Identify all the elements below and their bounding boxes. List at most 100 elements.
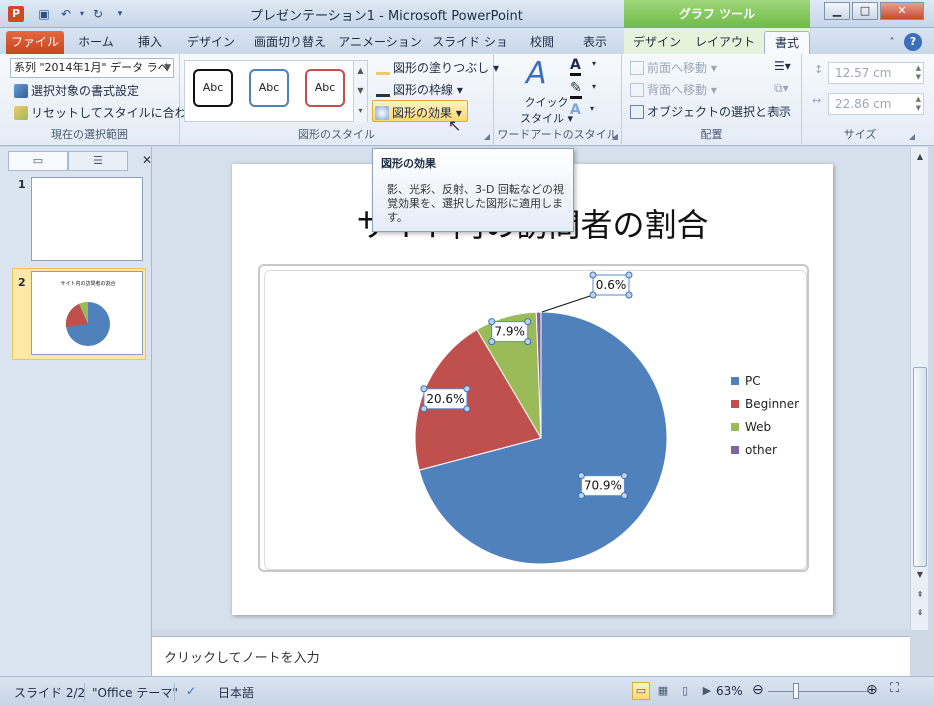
tab-view[interactable]: 表示 [572, 31, 618, 54]
next-slide-icon[interactable]: ⇟ [911, 605, 929, 621]
selection-handle[interactable] [625, 271, 633, 279]
selection-handle[interactable] [589, 291, 597, 299]
spell-check-icon[interactable]: ✓ [186, 684, 196, 698]
undo-dropdown-icon[interactable]: ▾ [74, 6, 90, 22]
shape-style-black[interactable]: Abc [193, 69, 233, 107]
tab-file[interactable]: ファイル [6, 31, 64, 54]
slideshow-button[interactable]: ▶ [698, 682, 716, 700]
selection-handle[interactable] [524, 318, 532, 326]
tab-slides[interactable]: ▭ [8, 151, 68, 171]
size-launcher-icon[interactable]: ◢ [909, 132, 915, 141]
reading-view-button[interactable]: ▯ [676, 682, 694, 700]
chart-area[interactable]: 70.9% 20.6% 7.9% 0.6% PC Beginner Web other [264, 270, 807, 570]
close-panel-icon[interactable]: ✕ [142, 153, 152, 167]
dialog-launcher-icon[interactable]: ◢ [484, 132, 490, 141]
group-objects-icon[interactable]: ⧉▾ [774, 81, 789, 96]
help-icon[interactable]: ? [904, 33, 922, 51]
shape-fill-button[interactable]: 図形の塗りつぶし ▾ [376, 59, 499, 76]
format-selection-button[interactable]: 選択対象の書式設定 [14, 82, 139, 99]
selection-handle[interactable] [488, 338, 496, 346]
chart-frame[interactable]: 70.9% 20.6% 7.9% 0.6% PC Beginner Web other [258, 264, 809, 572]
selection-pane-button[interactable]: オブジェクトの選択と表示 [630, 103, 791, 120]
fit-to-window-icon[interactable]: ⛶ [890, 681, 899, 696]
normal-view-button[interactable]: ▭ [632, 682, 650, 700]
gallery-down-icon[interactable]: ▼ [353, 81, 367, 101]
language-indicator[interactable]: 日本語 [218, 684, 254, 701]
minimize-button[interactable]: ▁ [824, 2, 850, 20]
data-label-other[interactable]: 0.6% [596, 278, 627, 292]
zoom-slider[interactable] [768, 691, 868, 692]
scroll-thumb[interactable] [913, 367, 927, 567]
zoom-level[interactable]: 63% [716, 684, 743, 698]
powerpoint-logo-icon[interactable]: P [8, 6, 24, 22]
zoom-out-icon[interactable]: ⊖ [752, 682, 764, 698]
gallery-up-icon[interactable]: ▲ [353, 61, 367, 81]
shape-height-spinner[interactable]: 12.57 cm ▲ ▼ [828, 62, 924, 84]
shape-width-spinner[interactable]: 22.86 cm ▲ ▼ [828, 93, 924, 115]
maximize-button[interactable]: □ [852, 2, 878, 20]
notes-pane[interactable]: クリックしてノートを入力 [152, 636, 910, 676]
legend-swatch-pc[interactable] [731, 377, 739, 385]
text-fill-icon[interactable]: A [570, 57, 581, 76]
text-outline-icon[interactable]: ✎ [570, 80, 582, 99]
legend-swatch-other[interactable] [731, 446, 739, 454]
slide-thumbnail-1[interactable] [31, 177, 143, 261]
tab-outline[interactable]: ☰ [68, 151, 128, 171]
bring-forward-button[interactable]: 前面へ移動 ▾ [630, 59, 717, 76]
spinner-arrows-icon[interactable]: ▲ ▼ [916, 64, 921, 82]
customize-qat-icon[interactable]: ▾ [112, 6, 128, 22]
shape-style-red[interactable]: Abc [305, 69, 345, 107]
selection-handle[interactable] [625, 291, 633, 299]
save-icon[interactable]: ▣ [36, 6, 52, 22]
gallery-more-icon[interactable]: ▾ [353, 101, 367, 122]
leader-line-other[interactable] [541, 294, 594, 313]
data-label-web[interactable]: 7.9% [494, 325, 524, 339]
text-effects-icon[interactable]: A [570, 102, 581, 118]
tab-insert[interactable]: 挿入 [128, 31, 172, 54]
shape-outline-button[interactable]: 図形の枠線 ▾ [376, 81, 463, 98]
tab-design[interactable]: デザイン [178, 31, 244, 54]
rotate-icon[interactable]: ◭▾ [774, 103, 789, 117]
tab-chart-layout[interactable]: レイアウト [692, 31, 758, 54]
quick-styles-button[interactable]: クイック スタイル ▾ [520, 94, 573, 126]
data-label-beginner[interactable]: 20.6% [426, 392, 464, 406]
wordart-a-icon[interactable]: A [526, 56, 547, 91]
tab-animations[interactable]: アニメーション [338, 31, 422, 54]
collapse-ribbon-icon[interactable]: ˄ [884, 31, 900, 54]
data-label-pc[interactable]: 70.9% [584, 479, 622, 493]
chart-elements-dropdown[interactable]: 系列 "2014年1月" データ ラベ ▼ [10, 58, 174, 78]
selection-handle[interactable] [620, 472, 628, 480]
vertical-scrollbar[interactable]: ▲ ▼ ⇞ ⇟ [910, 147, 928, 630]
selection-handle[interactable] [577, 492, 585, 500]
spinner-arrows-icon[interactable]: ▲ ▼ [916, 95, 921, 113]
notes-placeholder[interactable]: クリックしてノートを入力 [164, 647, 320, 666]
slide-sorter-button[interactable]: ▦ [654, 682, 672, 700]
zoom-slider-thumb[interactable] [793, 683, 799, 699]
tab-transitions[interactable]: 画面切り替え [250, 31, 330, 54]
legend-swatch-web[interactable] [731, 423, 739, 431]
previous-slide-icon[interactable]: ⇞ [911, 587, 929, 603]
selection-handle[interactable] [463, 385, 471, 393]
selection-handle[interactable] [620, 492, 628, 500]
text-fill-dropdown-icon[interactable]: ▾ [592, 59, 596, 68]
selection-handle[interactable] [524, 338, 532, 346]
wordart-launcher-icon[interactable]: ◢ [612, 132, 618, 141]
legend-label-other[interactable]: other [745, 443, 777, 457]
text-effects-dropdown-icon[interactable]: ▾ [590, 104, 594, 113]
tab-slideshow[interactable]: スライド ショー [430, 31, 510, 72]
redo-icon[interactable]: ↻ [90, 6, 106, 22]
tab-chart-design[interactable]: デザイン [628, 31, 686, 54]
send-backward-button[interactable]: 背面へ移動 ▾ [630, 81, 717, 98]
legend-label-beginner[interactable]: Beginner [745, 397, 799, 411]
close-button[interactable]: ✕ [880, 2, 924, 20]
scroll-up-icon[interactable]: ▲ [911, 149, 929, 165]
zoom-in-icon[interactable]: ⊕ [866, 682, 878, 698]
tab-review[interactable]: 校閲 [518, 31, 566, 54]
tab-home[interactable]: ホーム [70, 31, 122, 54]
legend-label-pc[interactable]: PC [745, 374, 761, 388]
legend-swatch-beginner[interactable] [731, 400, 739, 408]
text-outline-dropdown-icon[interactable]: ▾ [592, 82, 596, 91]
selection-handle[interactable] [463, 405, 471, 413]
tab-chart-format[interactable]: 書式 [764, 31, 810, 54]
legend-label-web[interactable]: Web [745, 420, 771, 434]
